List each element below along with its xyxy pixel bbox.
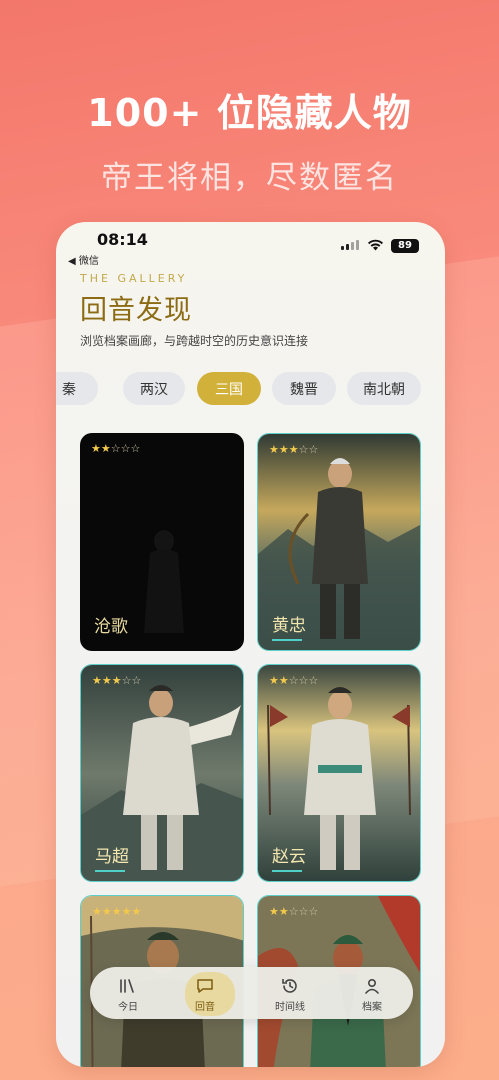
nav-label: 档案: [362, 1002, 382, 1013]
dynasty-tabs: 秦 两汉 三国 魏晋 南北朝: [56, 372, 445, 408]
character-card[interactable]: ★★☆☆☆ 赵云: [257, 664, 421, 882]
name-underline: [272, 639, 302, 641]
wifi-icon: [368, 239, 383, 251]
rarity-stars: ★★★☆☆: [269, 443, 319, 456]
tab-lianghan[interactable]: 两汉: [123, 372, 185, 405]
rarity-stars: ★★★★★: [92, 905, 142, 918]
rarity-stars: ★★☆☆☆: [91, 442, 141, 455]
history-clock-icon: [282, 979, 297, 993]
page-title: 回音发现: [80, 295, 192, 326]
nav-today[interactable]: 今日: [93, 967, 163, 1019]
bottom-navigation: 今日 回音 时间线 档案: [90, 967, 413, 1019]
name-underline: [95, 870, 125, 872]
back-to-wechat-link[interactable]: ◀ 微信: [68, 252, 99, 267]
character-card[interactable]: ★★★☆☆ 黄忠: [257, 433, 421, 651]
battery-indicator: 89: [391, 239, 419, 253]
character-card[interactable]: ★★★☆☆ 马超: [80, 664, 244, 882]
tab-weijin[interactable]: 魏晋: [272, 372, 336, 405]
nav-echo[interactable]: 回音: [170, 967, 240, 1019]
library-icon: [120, 979, 134, 993]
nav-label: 时间线: [275, 1002, 305, 1013]
character-name: 马超: [95, 847, 129, 867]
page-description: 浏览档案画廊，与跨越时空的历史意识连接: [80, 334, 309, 348]
nav-timeline[interactable]: 时间线: [255, 967, 325, 1019]
character-name: 赵云: [272, 847, 306, 867]
character-card[interactable]: ★★☆☆☆ 沧歌: [80, 433, 244, 651]
phone-screen: 08:14 ◀ 微信 89 THE GALLERY 回音发现 浏览档案画廊，与跨…: [56, 222, 445, 1067]
cellular-signal-icon: [341, 240, 359, 250]
promo-headline: 100+ 位隐藏人物: [87, 91, 412, 135]
chat-bubble-icon: [197, 979, 213, 993]
profile-icon: [365, 978, 379, 994]
nav-label: 回音: [195, 1002, 215, 1013]
status-time: 08:14: [97, 230, 148, 249]
nav-label: 今日: [118, 1002, 138, 1013]
nav-archive[interactable]: 档案: [337, 967, 407, 1019]
gallery-tag: THE GALLERY: [80, 272, 188, 285]
rarity-stars: ★★☆☆☆: [269, 674, 319, 687]
promo-subheadline: 帝王将相，尽数匿名: [101, 160, 398, 196]
tab-nanbeichao[interactable]: 南北朝: [347, 372, 421, 405]
character-name: 黄忠: [272, 616, 306, 636]
tab-sanguo[interactable]: 三国: [197, 372, 261, 405]
rarity-stars: ★★★☆☆: [92, 674, 142, 687]
character-name: 沧歌: [94, 617, 128, 637]
tab-qin[interactable]: 秦: [56, 372, 98, 405]
name-underline: [272, 870, 302, 872]
rarity-stars: ★★☆☆☆: [269, 905, 319, 918]
status-bar: 08:14 ◀ 微信 89: [56, 230, 445, 267]
